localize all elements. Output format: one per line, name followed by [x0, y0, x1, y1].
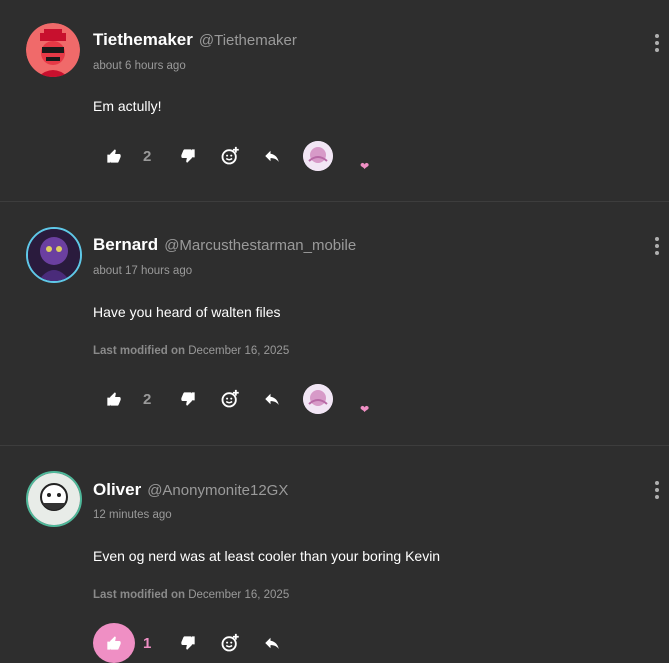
reply-icon [265, 393, 279, 405]
reply-icon [265, 637, 279, 649]
last-modified-label: Last modified on [93, 589, 185, 601]
heart-icon: ❤ [360, 161, 370, 173]
comment-body: Em actully! [93, 98, 162, 114]
last-modified-label: Last modified on [93, 345, 185, 357]
comment-item: Bernard @Marcusthestarman_mobile about 1… [0, 202, 669, 446]
thumbs-down-icon [181, 392, 195, 406]
comment-actions: 1 [93, 623, 293, 663]
like-button[interactable] [93, 136, 135, 176]
last-modified: Last modified on December 16, 2025 [93, 345, 289, 357]
author-line: Oliver @Anonymonite12GX [93, 480, 288, 500]
dislike-button[interactable] [167, 136, 209, 176]
like-button[interactable] [93, 379, 135, 419]
like-count: 2 [143, 390, 152, 408]
reaction-avatar[interactable] [303, 141, 333, 171]
like-button[interactable] [93, 623, 135, 663]
reaction-avatar[interactable] [303, 384, 333, 414]
thumbs-up-icon [107, 636, 121, 650]
avatar[interactable] [26, 227, 82, 283]
author-handle[interactable]: @Anonymonite12GX [147, 482, 288, 499]
add-emoji-icon [221, 389, 239, 408]
add-reaction-button[interactable] [209, 623, 251, 663]
author-name[interactable]: Tiethemaker [93, 30, 193, 50]
comment-body: Have you heard of walten files [93, 304, 281, 320]
avatar-image [26, 23, 80, 77]
author-name[interactable]: Oliver [93, 480, 141, 500]
reply-button[interactable] [251, 136, 293, 176]
thumbs-down-icon [181, 636, 195, 650]
reply-button[interactable] [251, 379, 293, 419]
reply-button[interactable] [251, 623, 293, 663]
author-handle[interactable]: @Tiethemaker [199, 32, 297, 49]
comment-item: Tiethemaker @Tiethemaker about 6 hours a… [0, 0, 669, 202]
author-name[interactable]: Bernard [93, 235, 158, 255]
heart-icon: ❤ [360, 404, 370, 416]
comment-body: Even og nerd was at least cooler than yo… [93, 548, 441, 564]
author-line: Bernard @Marcusthestarman_mobile [93, 235, 356, 255]
more-options-icon[interactable] [655, 237, 659, 255]
add-reaction-button[interactable] [209, 379, 251, 419]
avatar[interactable] [26, 23, 80, 77]
add-reaction-button[interactable] [209, 136, 251, 176]
timestamp: about 6 hours ago [93, 60, 186, 72]
thumbs-up-icon [107, 392, 121, 406]
avatar-image [28, 229, 80, 281]
last-modified-date: December 16, 2025 [188, 345, 290, 357]
thumbs-up-icon [107, 149, 121, 163]
avatar-image [28, 473, 80, 525]
like-count: 2 [143, 147, 152, 165]
timestamp: about 17 hours ago [93, 265, 193, 277]
comment-item: Oliver @Anonymonite12GX 12 minutes ago E… [0, 446, 669, 663]
avatar[interactable] [26, 471, 82, 527]
reaction-user-image [303, 141, 333, 171]
author-line: Tiethemaker @Tiethemaker [93, 30, 297, 50]
timestamp: 12 minutes ago [93, 509, 172, 521]
like-count: 1 [143, 634, 152, 652]
last-modified: Last modified on December 16, 2025 [93, 589, 289, 601]
more-options-icon[interactable] [655, 34, 659, 52]
last-modified-date: December 16, 2025 [188, 589, 290, 601]
comment-actions: 2 ❤ [93, 136, 369, 176]
dislike-button[interactable] [167, 379, 209, 419]
reaction-user-image [303, 384, 333, 414]
comment-actions: 2 ❤ [93, 379, 369, 419]
reply-icon [265, 150, 279, 162]
more-options-icon[interactable] [655, 481, 659, 499]
dislike-button[interactable] [167, 623, 209, 663]
author-handle[interactable]: @Marcusthestarman_mobile [164, 237, 356, 254]
add-emoji-icon [221, 146, 239, 165]
thumbs-down-icon [181, 149, 195, 163]
add-emoji-icon [221, 633, 239, 652]
